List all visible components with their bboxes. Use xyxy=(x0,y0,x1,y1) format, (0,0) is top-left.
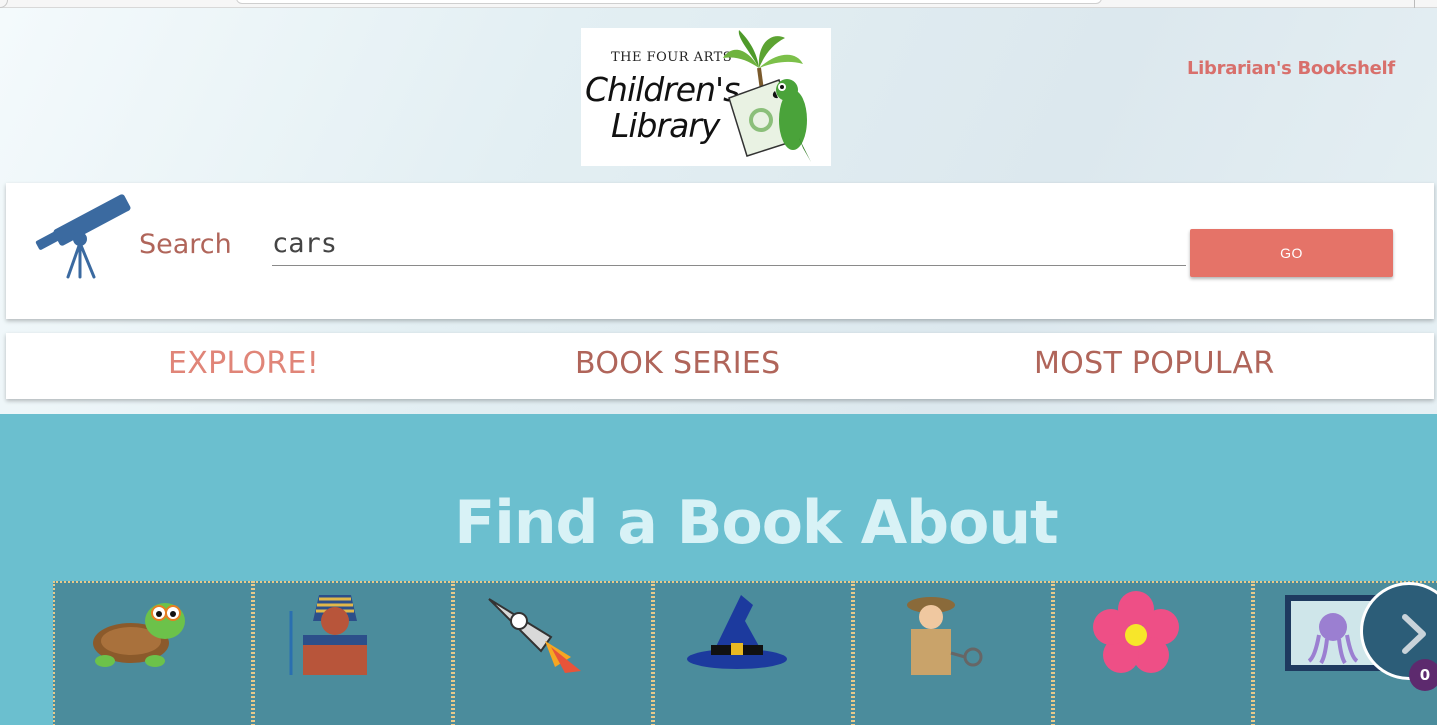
detective-icon xyxy=(907,597,983,675)
go-button[interactable]: GO xyxy=(1190,229,1393,277)
cart-count-badge[interactable]: 0 xyxy=(1409,659,1437,691)
search-input[interactable] xyxy=(272,221,1186,266)
nav-explore[interactable]: EXPLORE! xyxy=(168,346,319,381)
rocket-icon xyxy=(488,598,581,673)
logo-title-line2: Library xyxy=(611,106,720,145)
parrot-palm-icon xyxy=(723,30,811,162)
telescope-icon xyxy=(35,194,131,279)
topic-tile-fantasy[interactable] xyxy=(653,581,853,725)
browser-separator xyxy=(1414,0,1415,8)
logo-title-line1: Children's xyxy=(585,70,740,109)
nav-book-series[interactable]: BOOK SERIES xyxy=(575,346,780,381)
topic-tile-mystery[interactable] xyxy=(853,581,1053,725)
topic-tile-space[interactable] xyxy=(453,581,653,725)
topic-tile-animals[interactable] xyxy=(53,581,253,725)
pharaoh-icon xyxy=(289,595,367,675)
librarians-bookshelf-link[interactable]: Librarian's Bookshelf xyxy=(1187,58,1395,79)
browser-address-bar[interactable] xyxy=(236,0,1102,4)
turtle-icon xyxy=(93,603,185,667)
section-title: Find a Book About xyxy=(454,488,1058,558)
flower-icon xyxy=(1093,591,1179,673)
logo-top-text: THE FOUR ARTS xyxy=(611,50,733,65)
topic-tile-history[interactable] xyxy=(253,581,453,725)
main-nav: EXPLORE! BOOK SERIES MOST POPULAR xyxy=(6,333,1434,399)
browser-chrome xyxy=(0,0,1437,8)
search-panel: Search GO xyxy=(6,183,1434,319)
search-label: Search xyxy=(139,229,232,260)
nav-most-popular[interactable]: MOST POPULAR xyxy=(1034,346,1275,381)
topic-carousel xyxy=(53,581,1437,725)
browser-button[interactable] xyxy=(0,0,8,8)
wizard-hat-icon xyxy=(687,595,787,669)
site-logo[interactable]: THE FOUR ARTS Children's Library xyxy=(581,28,831,166)
topic-tile-nature[interactable] xyxy=(1053,581,1253,725)
chevron-right-icon xyxy=(1402,614,1426,654)
